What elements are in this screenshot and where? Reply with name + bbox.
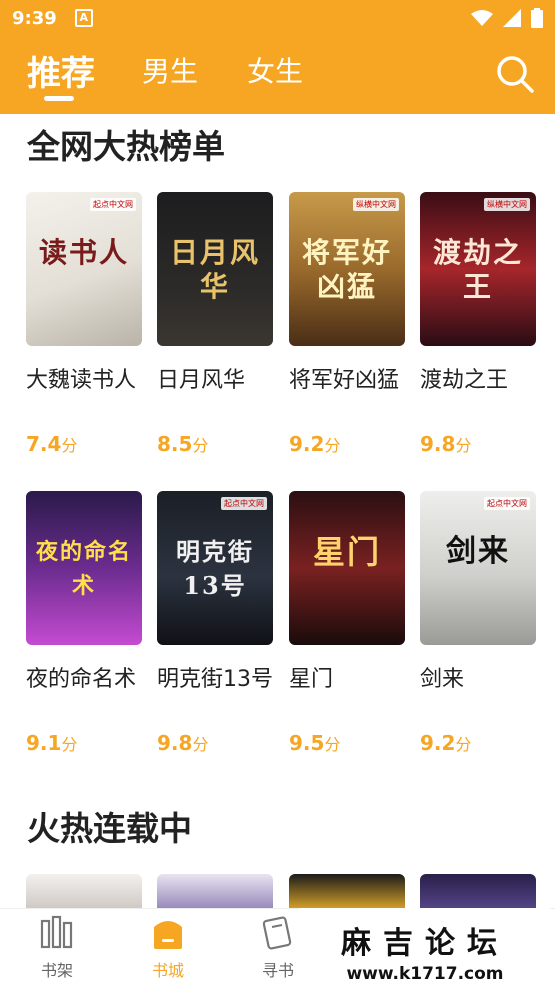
tab-active-indicator xyxy=(44,96,74,101)
book-score: 9.2分 xyxy=(289,432,341,456)
book-score: 8.5分 xyxy=(157,432,209,456)
cover-title: 日月风华 xyxy=(169,236,260,303)
book-cover[interactable]: 起点中文网 剑来 xyxy=(420,491,536,645)
book-score: 9.5分 xyxy=(289,731,341,755)
header-bar: 推荐 男生 女生 xyxy=(0,36,555,114)
cover-title: 渡劫之王 xyxy=(432,236,523,303)
book-cover[interactable]: 日月风华 xyxy=(157,192,273,346)
book-title[interactable]: 剑来 xyxy=(420,665,536,725)
cover-title: 明克街13号 xyxy=(176,537,254,600)
book-card[interactable]: 纵横中文网 渡劫之王 渡劫之王 9.8分 xyxy=(420,192,536,456)
cover-title: 夜的命名术 xyxy=(35,539,132,599)
tab-male[interactable]: 男生 xyxy=(142,50,198,90)
book-cover[interactable] xyxy=(157,874,273,908)
watermark-overlay: 麻吉论坛 www.k1717.com xyxy=(300,908,550,984)
book-card[interactable]: 起点中文网 剑来 剑来 9.2分 xyxy=(420,491,536,755)
nav-bookstore[interactable]: 书城 xyxy=(128,915,208,981)
watermark-url: www.k1717.com xyxy=(346,964,504,984)
cover-title: 剑来 xyxy=(446,534,510,569)
nav-label: 书架 xyxy=(40,961,73,980)
book-score: 7.4分 xyxy=(26,432,78,456)
search-icon[interactable] xyxy=(495,54,535,94)
find-book-icon xyxy=(262,916,292,950)
tab-female[interactable]: 女生 xyxy=(247,50,303,90)
book-title[interactable]: 将军好凶猛 xyxy=(289,366,405,426)
book-score: 9.2分 xyxy=(420,731,472,755)
cover-title: 读书人 xyxy=(38,236,129,269)
cover-title: 星门 xyxy=(312,533,381,571)
tab-recommended[interactable]: 推荐 xyxy=(27,46,95,95)
status-bar: 9:39 A xyxy=(0,0,555,36)
book-cover[interactable]: 星门 xyxy=(289,491,405,645)
book-title[interactable]: 星门 xyxy=(289,665,405,725)
publisher-badge: 起点中文网 xyxy=(221,497,267,510)
watermark-title: 麻吉论坛 xyxy=(341,926,509,961)
signal-icon xyxy=(503,9,521,27)
bookshelf-icon xyxy=(40,915,73,949)
book-cover[interactable] xyxy=(420,874,536,908)
book-card[interactable]: 夜的命名术 夜的命名术 9.1分 xyxy=(26,491,142,755)
book-card[interactable]: 纵横中文网 将军好凶猛 将军好凶猛 9.2分 xyxy=(289,192,405,456)
book-title[interactable]: 大魏读书人 xyxy=(26,366,142,426)
book-cover[interactable]: 夜的命名术 xyxy=(26,491,142,645)
book-cover[interactable]: 起点中文网 明克街13号 xyxy=(157,491,273,645)
main-content[interactable]: 全网大热榜单 起点中文网 读书人 大魏读书人 7.4分 日月风华 日月风华 8.… xyxy=(0,114,555,908)
book-score: 9.8分 xyxy=(420,432,472,456)
publisher-badge: 纵横中文网 xyxy=(353,198,399,211)
book-cover[interactable] xyxy=(289,874,405,908)
cover-title: 将军好凶猛 xyxy=(301,236,392,303)
publisher-badge: 纵横中文网 xyxy=(484,198,530,211)
status-icons xyxy=(471,8,543,28)
book-cover[interactable]: 纵横中文网 将军好凶猛 xyxy=(289,192,405,346)
section-title-hot-list: 全网大热榜单 xyxy=(27,127,225,166)
book-card[interactable]: 起点中文网 读书人 大魏读书人 7.4分 xyxy=(26,192,142,456)
battery-icon xyxy=(531,8,543,28)
nav-label: 寻书 xyxy=(261,961,294,980)
book-score: 9.8分 xyxy=(157,731,209,755)
book-card[interactable]: 起点中文网 明克街13号 明克街13号 9.8分 xyxy=(157,491,273,755)
nav-label: 书城 xyxy=(151,961,184,980)
book-card[interactable]: 日月风华 日月风华 8.5分 xyxy=(157,192,273,456)
book-card[interactable]: 星门 星门 9.5分 xyxy=(289,491,405,755)
book-cover[interactable]: 起点中文网 读书人 xyxy=(26,192,142,346)
book-cover[interactable]: 纵横中文网 渡劫之王 xyxy=(420,192,536,346)
book-title[interactable]: 明克街13号 xyxy=(157,665,273,725)
book-title[interactable]: 渡劫之王 xyxy=(420,366,536,426)
wifi-icon xyxy=(471,10,493,26)
nav-bookshelf[interactable]: 书架 xyxy=(17,915,97,981)
status-time: 9:39 xyxy=(12,7,57,29)
book-title[interactable]: 日月风华 xyxy=(157,366,273,426)
section-title-serializing: 火热连载中 xyxy=(27,809,192,848)
book-score: 9.1分 xyxy=(26,731,78,755)
bookstore-icon xyxy=(154,921,182,949)
publisher-badge: 起点中文网 xyxy=(90,198,136,211)
book-cover[interactable] xyxy=(26,874,142,908)
book-title[interactable]: 夜的命名术 xyxy=(26,665,142,725)
app-notification-icon: A xyxy=(74,9,93,27)
publisher-badge: 起点中文网 xyxy=(484,497,530,510)
